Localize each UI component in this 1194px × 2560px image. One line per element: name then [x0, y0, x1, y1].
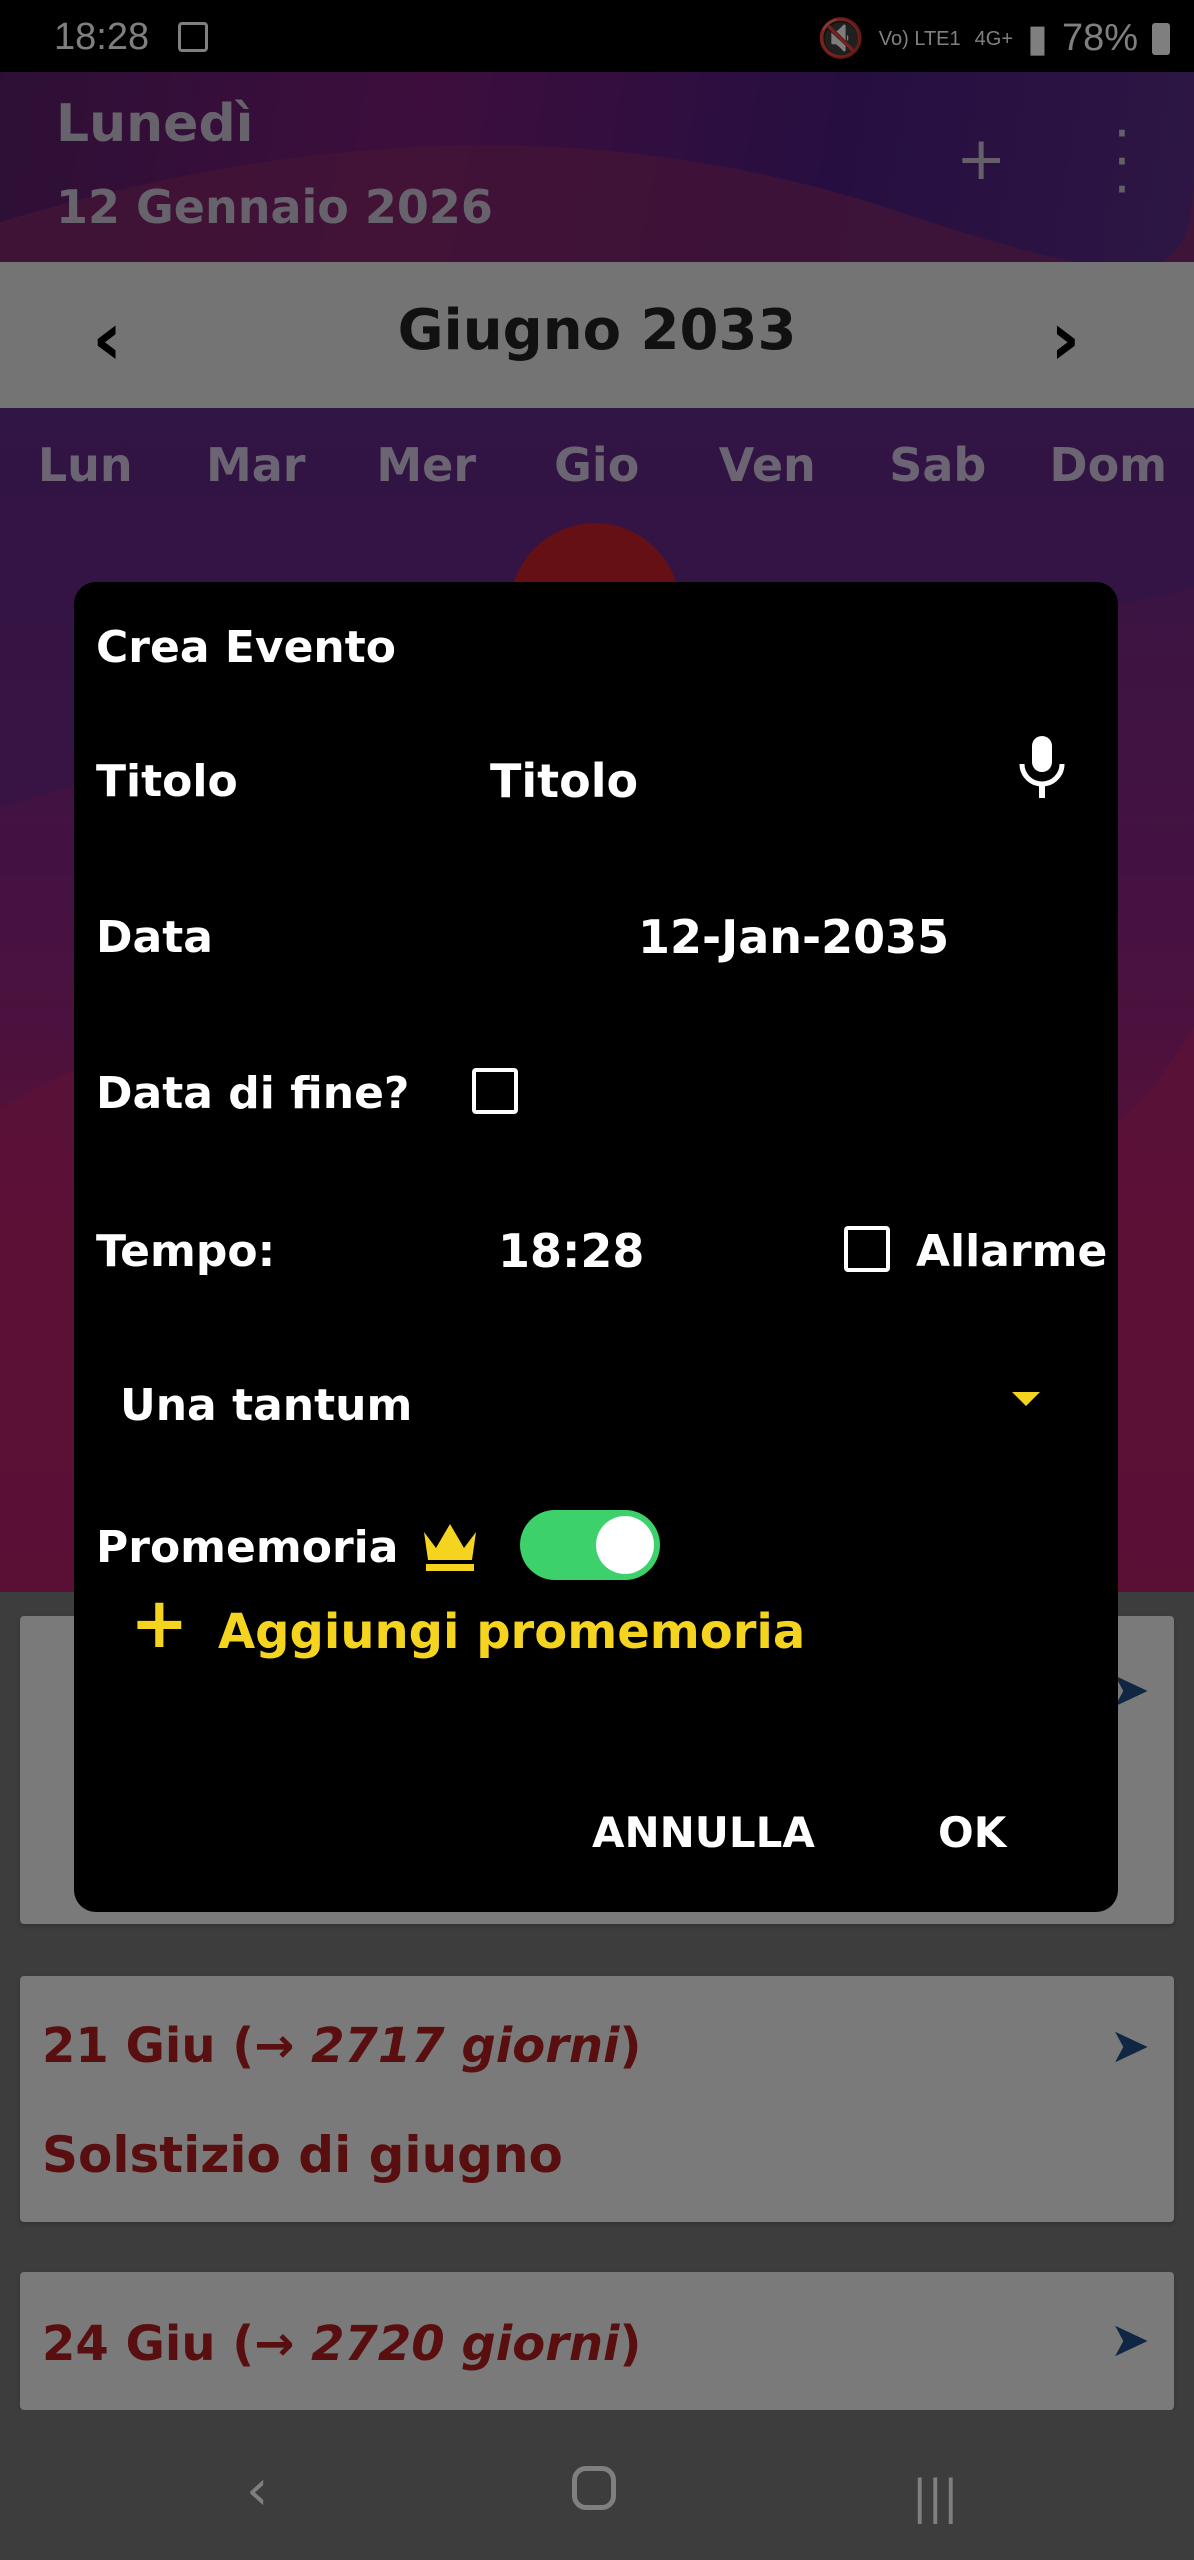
add-reminder-button[interactable]: Aggiungi promemoria [218, 1604, 805, 1660]
repeat-select[interactable]: Una tantum [120, 1380, 412, 1431]
end-date-checkbox[interactable] [472, 1068, 518, 1114]
date-label: Data [96, 912, 213, 963]
time-value[interactable]: 18:28 [498, 1224, 644, 1278]
time-label: Tempo: [96, 1226, 276, 1277]
alarm-checkbox[interactable] [844, 1226, 890, 1272]
alarm-label: Allarme [916, 1226, 1108, 1277]
end-date-label: Data di fine? [96, 1068, 410, 1119]
title-input[interactable]: Titolo [490, 754, 638, 808]
toggle-knob [596, 1516, 654, 1574]
create-event-dialog: Crea Evento Titolo Titolo Data 12-Jan-20… [74, 582, 1118, 1912]
dropdown-arrow-icon[interactable] [1012, 1392, 1040, 1406]
reminder-label: Promemoria [96, 1522, 399, 1573]
microphone-icon[interactable] [1014, 732, 1070, 802]
reminder-toggle[interactable] [520, 1510, 660, 1580]
crown-icon [424, 1524, 476, 1571]
cancel-button[interactable]: ANNULLA [592, 1808, 815, 1857]
dialog-title: Crea Evento [96, 622, 397, 673]
title-label: Titolo [96, 756, 238, 807]
date-value[interactable]: 12-Jan-2035 [638, 910, 949, 964]
ok-button[interactable]: OK [938, 1808, 1006, 1857]
plus-icon[interactable]: + [130, 1588, 189, 1658]
